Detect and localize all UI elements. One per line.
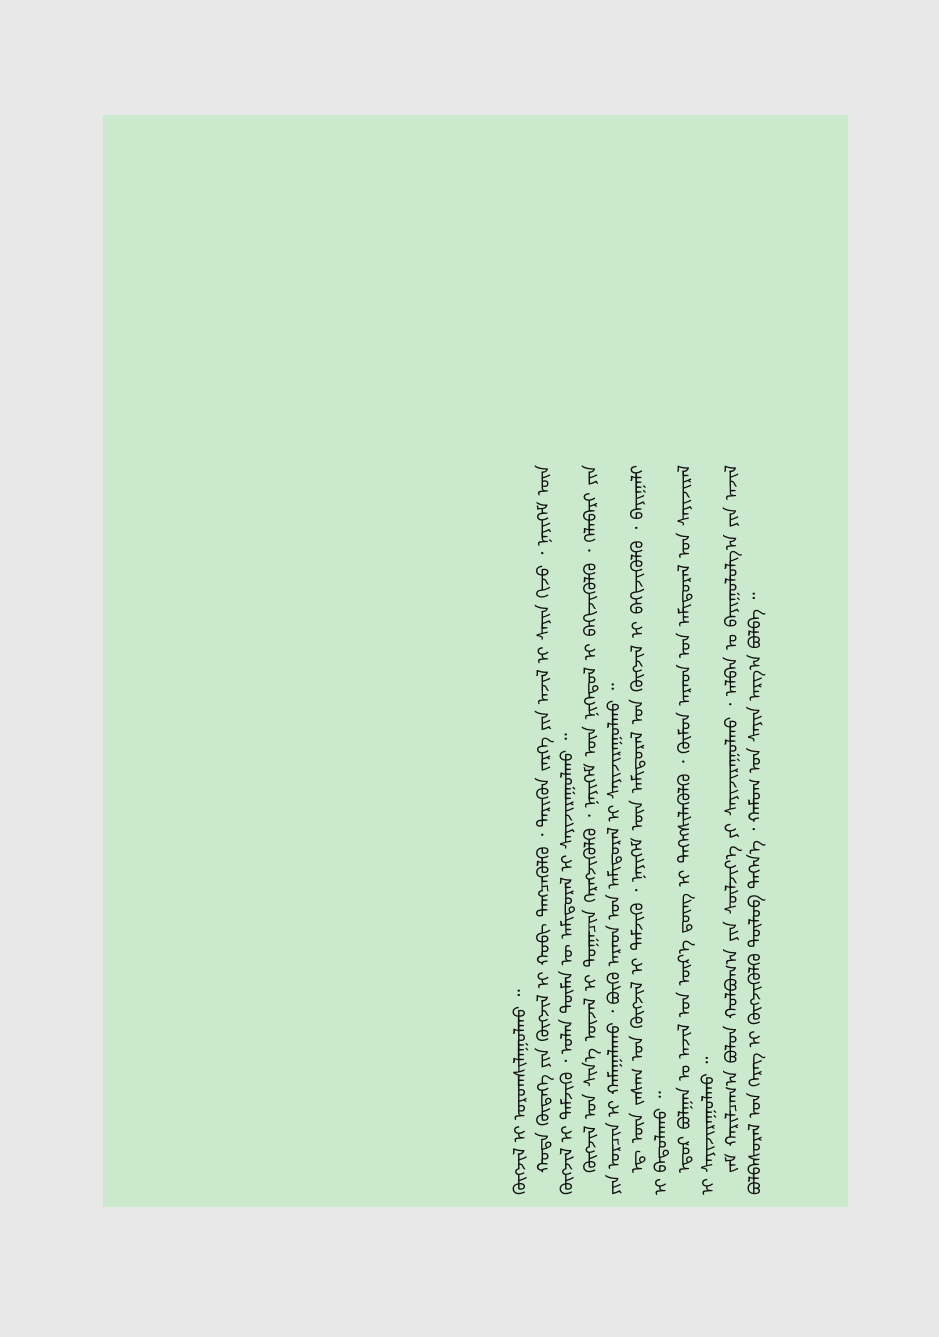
paragraph-6: ᠬᠣᠲᠠ ᠬᠥᠳᠡᠭᠡ ᠶᠢᠨ ᠬᠥᠭᠵᠢᠯ ᠢ ᠬᠤᠪᠢ ᠲᠡᠩᠴᠡᠭᠦᠯᠬᠦ…	[510, 465, 555, 1195]
paragraph-4: ᠡᠳ᠋ ᠦᠨ ᠵᠠᠰᠠᠭ ᠤᠨ ᠬᠥᠭᠵᠢᠯ ᠢ ᠳᠡᠮᠵᠢᠬᠦ ᠂ ᠨᠡᠶᠢᠭ…	[604, 465, 649, 1195]
paragraph-5: ᠬᠥᠭᠵᠢᠯ ᠤᠨ ᠰᠢᠨ᠎ᠡ ᠦᠵᠡᠯ ᠢ ᠲᠤᠭᠠᠴᠢᠨ ᠬᠡᠷᠡᠭᠵᠢᠭᠦ…	[557, 465, 602, 1195]
paragraph-2: ᠵᠠᠮ ᠬᠠᠷᠢᠯᠴᠠᠭ᠎ᠠ ᠪᠣᠯᠣᠨ ᠬᠣᠯᠪᠣᠭ᠎ᠠ ᠶᠢᠨ ᠰᠦᠯᠵᠢᠶ…	[698, 465, 743, 1195]
paragraph-3: ᠡᠳᠦᠷ ᠪᠣᠯᠭᠠᠨ ᠤ ᠠᠵᠢᠯ ᠤᠨ ᠦᠷ᠎ᠡ ᠳ᠋ᠦᠩ ᠢ ᠳᠡᠭᠡᠭᠰ…	[651, 465, 696, 1195]
paragraph-1: ᠪᠣᠯᠪᠠᠰᠤᠷᠠᠯ ᠤᠨ ᠬᠡᠷᠡᠭ ᠢ ᠬᠥᠭᠵᠢᠭᠦᠯᠬᠦ ᠲᠥᠯᠥᠪ ᠳ…	[745, 592, 766, 1195]
vertical-text-block: ᠪᠣᠯᠪᠠᠰᠤᠷᠠᠯ ᠤᠨ ᠬᠡᠷᠡᠭ ᠢ ᠬᠥᠭᠵᠢᠭᠦᠯᠬᠦ ᠲᠥᠯᠥᠪ ᠳ…	[373, 465, 768, 1195]
text-panel: ᠪᠣᠯᠪᠠᠰᠤᠷᠠᠯ ᠤᠨ ᠬᠡᠷᠡᠭ ᠢ ᠬᠥᠭᠵᠢᠭᠦᠯᠬᠦ ᠲᠥᠯᠥᠪ ᠳ…	[103, 115, 848, 1207]
